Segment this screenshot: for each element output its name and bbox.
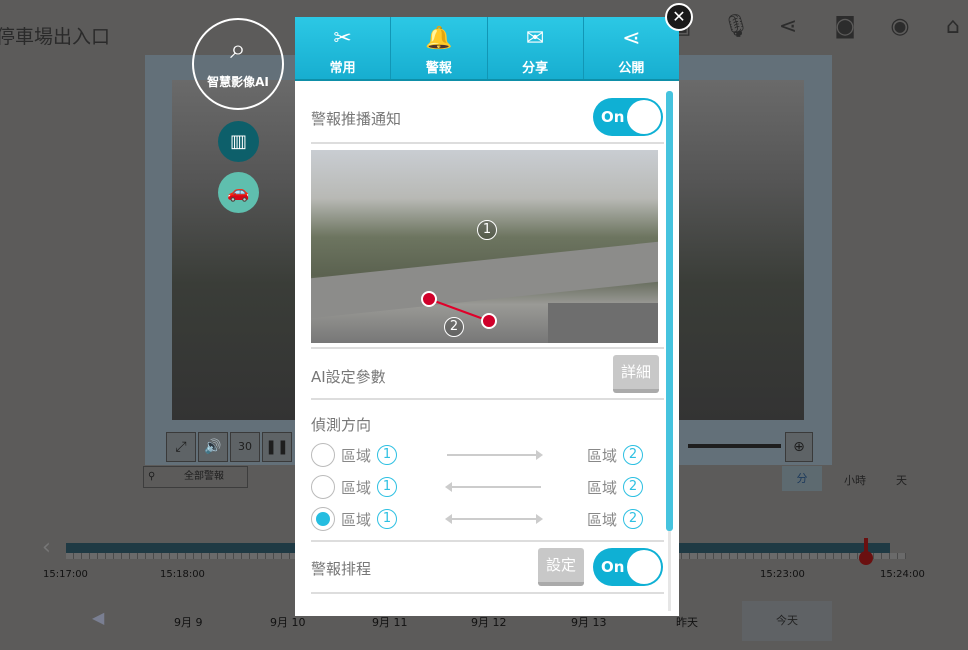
zone-number: 2 [623, 477, 643, 497]
direction-radio[interactable] [311, 475, 335, 499]
timeline-label: 15:24:00 [880, 569, 925, 580]
alarm-settings-modal: ✂ 常用 🔔 警報 ✉ 分享 ⋖ 公開 警報推播通知 On 1 2 AI設定參數 詳細 … [295, 17, 679, 616]
tab-common[interactable]: ✂ 常用 [295, 17, 392, 79]
home-icon[interactable]: ⌂ [940, 14, 966, 40]
details-button[interactable]: 詳細 [613, 355, 659, 393]
zone-number: 1 [377, 445, 397, 465]
camera-icon[interactable]: ◙ [832, 14, 858, 40]
detection-line [421, 291, 497, 329]
zone-number: 2 [623, 509, 643, 529]
zone-marker-1: 1 [477, 220, 497, 240]
direction-option[interactable]: 區域 1 區域 2 [311, 443, 651, 469]
timeline-prev-icon[interactable]: ‹ [42, 535, 51, 560]
ai-menu-label: 智慧影像AI [207, 75, 269, 89]
share-icon: ⋖ [622, 26, 641, 51]
direction-option[interactable]: 區域 1 區域 2 [311, 507, 651, 533]
divider [311, 142, 664, 144]
divider [311, 540, 664, 542]
arrow-left-icon [445, 482, 541, 492]
car-icon[interactable]: 🚗 [218, 172, 259, 213]
schedule-settings-button[interactable]: 設定 [538, 548, 584, 586]
day-today[interactable]: 今天 [742, 601, 832, 641]
direction-label: 偵測方向 [311, 416, 372, 434]
zone-label: 區域 [341, 447, 372, 465]
tools-icon: ✂ [333, 26, 352, 51]
zoom-slider[interactable] [688, 444, 781, 448]
microphone-icon[interactable]: 🎙 [722, 14, 750, 40]
arrow-right-icon [447, 450, 543, 460]
location-pin-icon: ⚲ [148, 471, 156, 482]
zone-marker-2: 2 [444, 317, 464, 337]
unit-minute[interactable]: 分 [782, 466, 822, 491]
day-item[interactable]: 9月 10 [270, 614, 306, 630]
ai-search-icon: ⌕ [230, 32, 246, 65]
zone-number: 2 [623, 445, 643, 465]
toggle-text: On [601, 558, 625, 576]
zone-label: 區域 [587, 447, 618, 465]
camera-snapshot: 1 2 [311, 150, 658, 343]
ai-params-label: AI設定參數 [311, 368, 386, 386]
day-item[interactable]: 9月 13 [571, 614, 607, 630]
timeline-marker-head[interactable] [859, 551, 873, 565]
schedule-toggle[interactable]: On [593, 548, 663, 586]
divider [311, 398, 664, 400]
zone-number: 1 [377, 509, 397, 529]
tab-share[interactable]: ✉ 分享 [488, 17, 584, 79]
unit-hour[interactable]: 小時 [844, 472, 866, 488]
days-prev-icon[interactable]: ◀ [92, 608, 104, 627]
tab-public[interactable]: ⋖ 公開 [584, 17, 679, 79]
tab-label: 公開 [618, 61, 645, 76]
push-notify-toggle[interactable]: On [593, 98, 663, 136]
modal-tabs: ✂ 常用 🔔 警報 ✉ 分享 ⋖ 公開 [295, 17, 679, 81]
page-title: 停車場出入口 [0, 26, 111, 48]
tab-alarm[interactable]: 🔔 警報 [391, 17, 488, 79]
tab-label: 警報 [425, 61, 452, 76]
divider [311, 592, 664, 594]
timeline-label: 15:17:00 [43, 569, 88, 580]
share-icon[interactable]: ⋖ [775, 14, 801, 40]
scrollbar-thumb[interactable] [666, 91, 673, 531]
alarm-filter-label: 全部警報 [184, 471, 224, 482]
zone-label: 區域 [587, 511, 618, 529]
unit-day[interactable]: 天 [896, 472, 907, 488]
eye-icon[interactable]: ◉ [887, 14, 913, 40]
zone-label: 區域 [341, 511, 372, 529]
fence-icon[interactable]: ▥ [218, 121, 259, 162]
day-item[interactable]: 昨天 [676, 614, 698, 630]
tab-label: 常用 [329, 61, 356, 76]
fullscreen-button[interactable]: ⤢ [166, 432, 196, 462]
zone-label: 區域 [587, 479, 618, 497]
day-item[interactable]: 9月 9 [174, 614, 203, 630]
pause-button[interactable]: ❚❚ [262, 432, 292, 462]
mail-icon: ✉ [525, 26, 545, 51]
day-item[interactable]: 9月 11 [372, 614, 408, 630]
close-modal-button[interactable]: ✕ [665, 3, 693, 31]
direction-option[interactable]: 區域 1 區域 2 [311, 475, 651, 501]
alarm-filter[interactable]: ⚲ 全部警報 [143, 466, 248, 488]
timeline-label: 15:18:00 [160, 569, 205, 580]
replay-30-button[interactable]: 30 [230, 432, 260, 462]
arrow-both-icon [445, 514, 543, 524]
bell-icon: 🔔 [425, 26, 453, 51]
direction-radio[interactable] [311, 443, 335, 467]
direction-radio-selected[interactable] [311, 507, 335, 531]
zoom-in-button[interactable]: ⊕ [785, 432, 813, 462]
timeline-label: 15:23:00 [760, 569, 805, 580]
zone-number: 1 [377, 477, 397, 497]
toggle-text: On [601, 108, 625, 126]
day-item[interactable]: 9月 12 [471, 614, 507, 630]
volume-button[interactable]: 🔊 [198, 432, 228, 462]
ai-menu-button[interactable]: ⌕ 智慧影像AI [192, 18, 284, 110]
zone-label: 區域 [341, 479, 372, 497]
divider [311, 347, 664, 349]
tab-label: 分享 [522, 61, 549, 76]
